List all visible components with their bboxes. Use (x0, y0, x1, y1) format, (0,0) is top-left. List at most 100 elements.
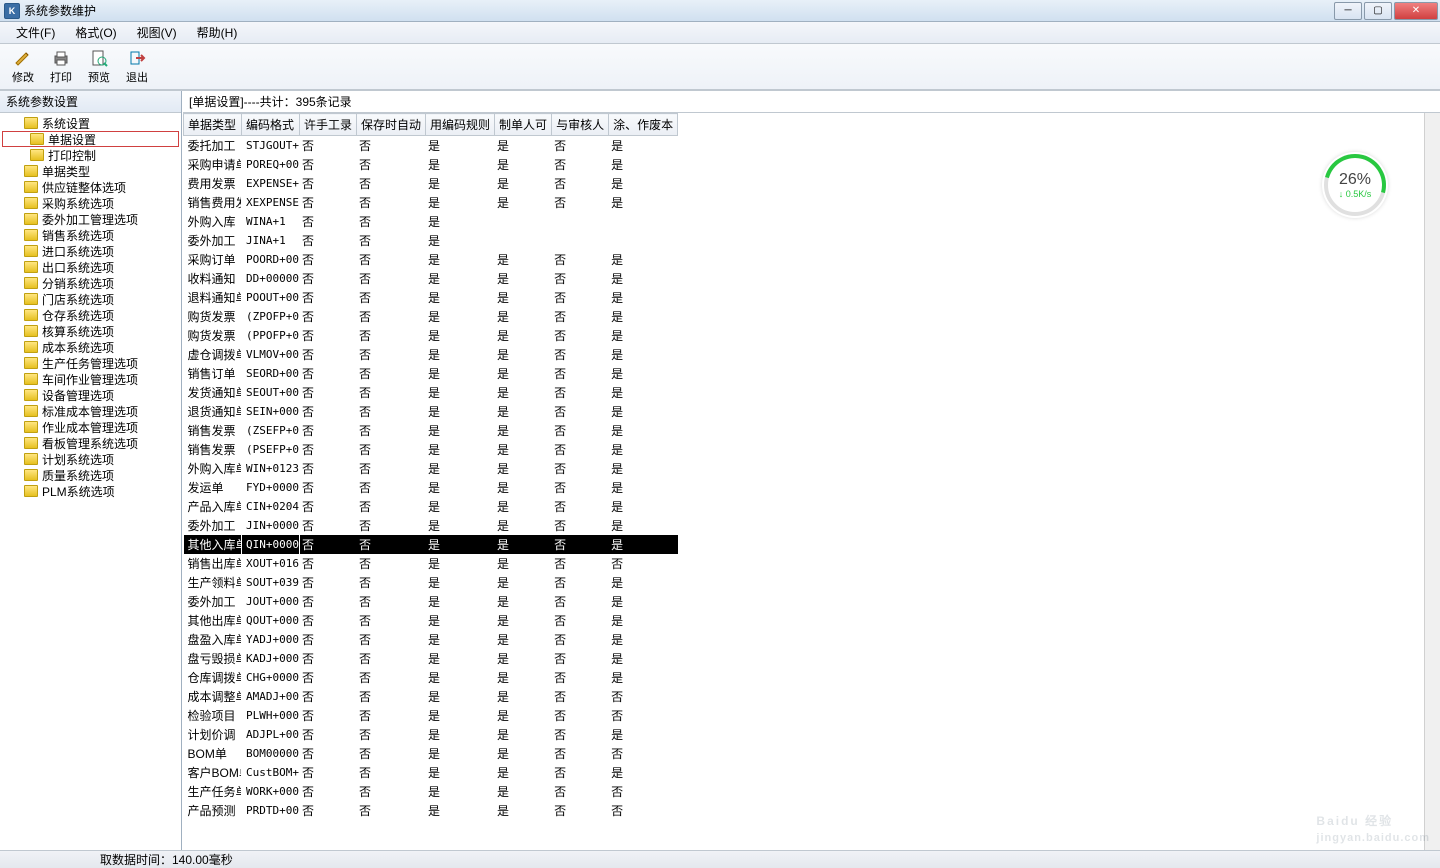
column-header-2[interactable]: 许手工录 (300, 114, 357, 136)
table-row[interactable]: 盘亏毁损单KADJ+0000否否是是否是 (184, 649, 678, 668)
column-header-1[interactable]: 编码格式 (242, 114, 300, 136)
table-row[interactable]: 虚仓调拨单VLMOV+000否否是是否是 (184, 345, 678, 364)
table-row[interactable]: 委外加工JINA+1否否是 (184, 231, 678, 250)
table-row[interactable]: 仓库调拨单CHG+00003否否是是否是 (184, 668, 678, 687)
sidebar-item-15[interactable]: 生产任务管理选项 (2, 355, 179, 371)
print-button[interactable]: 打印 (44, 47, 78, 87)
cell: 否 (300, 687, 357, 706)
titlebar: K 系统参数维护 ─ ▢ ✕ (0, 0, 1440, 22)
cell: 否 (552, 687, 609, 706)
table-row[interactable]: 退货通知单SEIN+0000否否是是否是 (184, 402, 678, 421)
column-header-7[interactable]: 涂、作废本 (609, 114, 678, 136)
table-row[interactable]: 采购订单POORD+001否否是是否是 (184, 250, 678, 269)
table-row[interactable]: 销售费用发XEXPENSE+否否是是否是 (184, 193, 678, 212)
column-header-4[interactable]: 用编码规则 (426, 114, 495, 136)
cell: AMADJ+000 (242, 687, 300, 706)
data-grid[interactable]: 单据类型编码格式许手工录保存时自动用编码规则制单人可与审核人涂、作废本 委托加工… (183, 113, 678, 820)
preview-icon (89, 48, 109, 68)
sidebar-item-16[interactable]: 车间作业管理选项 (2, 371, 179, 387)
cell: 外购入库单 (184, 459, 242, 478)
table-row[interactable]: 外购入库WINA+1否否是 (184, 212, 678, 231)
sidebar-item-22[interactable]: 质量系统选项 (2, 467, 179, 483)
sidebar-item-11[interactable]: 门店系统选项 (2, 291, 179, 307)
close-button[interactable]: ✕ (1394, 2, 1438, 20)
sidebar-item-label: 车间作业管理选项 (42, 371, 138, 388)
minimize-button[interactable]: ─ (1334, 2, 1362, 20)
table-row[interactable]: 收料通知DD+000001否否是是否是 (184, 269, 678, 288)
exit-button[interactable]: 退出 (120, 47, 154, 87)
sidebar-item-9[interactable]: 出口系统选项 (2, 259, 179, 275)
table-row[interactable]: 销售发票(PSEFP+018否否是是否是 (184, 440, 678, 459)
table-row[interactable]: 盘盈入库单YADJ+0000否否是是否是 (184, 630, 678, 649)
table-row[interactable]: 发运单FYD+00000否否是是否是 (184, 478, 678, 497)
sidebar-item-0[interactable]: 系统设置 (2, 115, 179, 131)
sidebar-item-12[interactable]: 仓存系统选项 (2, 307, 179, 323)
menu-file[interactable]: 文件(F) (6, 21, 65, 44)
column-header-6[interactable]: 与审核人 (552, 114, 609, 136)
table-row[interactable]: 发货通知单SEOUT+000否否是是否是 (184, 383, 678, 402)
column-header-5[interactable]: 制单人可 (495, 114, 552, 136)
table-row[interactable]: 购货发票(PPOFP+003否否是是否是 (184, 326, 678, 345)
sidebar-item-1[interactable]: 单据设置 (2, 131, 179, 147)
sidebar-item-18[interactable]: 标准成本管理选项 (2, 403, 179, 419)
table-row[interactable]: 外购入库单WIN+01237否否是是否是 (184, 459, 678, 478)
sidebar-item-4[interactable]: 供应链整体选项 (2, 179, 179, 195)
table-row[interactable]: 销售出库单XOUT+0165否否是是否否 (184, 554, 678, 573)
table-row[interactable]: 产品预测PRDTD+000否否是是否否 (184, 801, 678, 820)
sidebar-item-21[interactable]: 计划系统选项 (2, 451, 179, 467)
table-row[interactable]: BOM单BOM000008否否是是否否 (184, 744, 678, 763)
cell: 是 (495, 592, 552, 611)
cell: 否 (300, 193, 357, 212)
table-row[interactable]: 采购申请单POREQ+000否否是是否是 (184, 155, 678, 174)
sidebar-item-23[interactable]: PLM系统选项 (2, 483, 179, 499)
table-row[interactable]: 生产任务单WORK+0001否否是是否否 (184, 782, 678, 801)
table-row[interactable]: 产品入库单CIN+02049否否是是否是 (184, 497, 678, 516)
sidebar-item-3[interactable]: 单据类型 (2, 163, 179, 179)
table-row[interactable]: 检验项目PLWH+0000否否是是否否 (184, 706, 678, 725)
sidebar-item-7[interactable]: 销售系统选项 (2, 227, 179, 243)
modify-button[interactable]: 修改 (6, 47, 40, 87)
vertical-scrollbar[interactable] (1424, 113, 1440, 850)
table-row[interactable]: 购货发票(ZPOFP+000否否是是否是 (184, 307, 678, 326)
table-row[interactable]: 其他入库单QIN+00004否否是是否是 (184, 535, 678, 554)
table-row[interactable]: 费用发票EXPENSE+0否否是是否是 (184, 174, 678, 193)
sidebar-item-5[interactable]: 采购系统选项 (2, 195, 179, 211)
sidebar-item-10[interactable]: 分销系统选项 (2, 275, 179, 291)
preview-button[interactable]: 预览 (82, 47, 116, 87)
sidebar-item-8[interactable]: 进口系统选项 (2, 243, 179, 259)
table-row[interactable]: 销售订单SEORD+000否否是是否是 (184, 364, 678, 383)
table-row[interactable]: 委外加工JIN+00000否否是是否是 (184, 516, 678, 535)
cell: FYD+00000 (242, 478, 300, 497)
grid-wrap[interactable]: 单据类型编码格式许手工录保存时自动用编码规则制单人可与审核人涂、作废本 委托加工… (183, 113, 1440, 850)
cell: 否 (300, 440, 357, 459)
table-row[interactable]: 委托加工STJGOUT+0否否是是否是 (184, 136, 678, 156)
table-row[interactable]: 委外加工JOUT+0000否否是是否是 (184, 592, 678, 611)
sidebar-item-6[interactable]: 委外加工管理选项 (2, 211, 179, 227)
sidebar-tree[interactable]: 系统设置单据设置打印控制单据类型供应链整体选项采购系统选项委外加工管理选项销售系… (0, 113, 181, 850)
menu-view[interactable]: 视图(V) (127, 21, 187, 44)
cell (552, 212, 609, 231)
table-row[interactable]: 客户BOM单CustBOM+0否否是是否是 (184, 763, 678, 782)
sidebar-item-2[interactable]: 打印控制 (2, 147, 179, 163)
sidebar-item-17[interactable]: 设备管理选项 (2, 387, 179, 403)
cell: ADJPL+000 (242, 725, 300, 744)
sidebar-item-14[interactable]: 成本系统选项 (2, 339, 179, 355)
folder-icon (24, 181, 38, 193)
cell: 否 (357, 326, 426, 345)
table-row[interactable]: 成本调整单AMADJ+000否否是是否否 (184, 687, 678, 706)
cell: 是 (609, 193, 678, 212)
table-row[interactable]: 销售发票(ZSEFP+000否否是是否是 (184, 421, 678, 440)
column-header-0[interactable]: 单据类型 (184, 114, 242, 136)
table-row[interactable]: 计划价调ADJPL+000否否是是否是 (184, 725, 678, 744)
sidebar-item-20[interactable]: 看板管理系统选项 (2, 435, 179, 451)
table-row[interactable]: 生产领料单SOUT+0392否否是是否是 (184, 573, 678, 592)
table-row[interactable]: 退料通知单POOUT+000否否是是否是 (184, 288, 678, 307)
sidebar-item-19[interactable]: 作业成本管理选项 (2, 419, 179, 435)
menu-help[interactable]: 帮助(H) (187, 21, 248, 44)
column-header-3[interactable]: 保存时自动 (357, 114, 426, 136)
table-row[interactable]: 其他出库单QOUT+0000否否是是否是 (184, 611, 678, 630)
sidebar-item-13[interactable]: 核算系统选项 (2, 323, 179, 339)
maximize-button[interactable]: ▢ (1364, 2, 1392, 20)
menu-format[interactable]: 格式(O) (65, 21, 126, 44)
cell: 否 (609, 687, 678, 706)
